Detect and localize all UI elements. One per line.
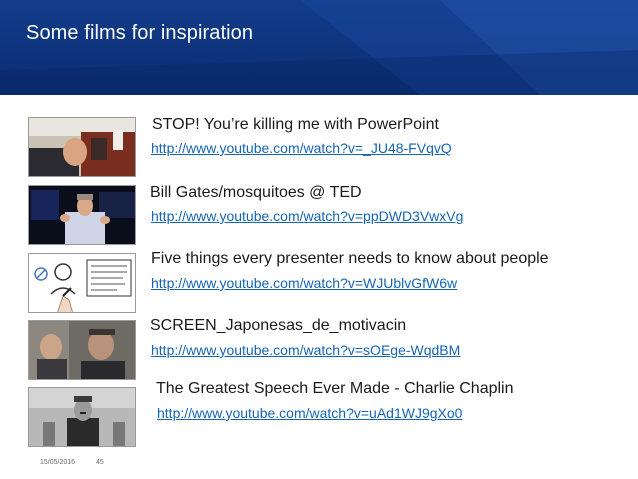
speaker-on-stage-photo (29, 186, 135, 244)
film-title-1: STOP! You’re killing me with PowerPoint (152, 116, 439, 133)
thumbnail-film-5[interactable] (28, 387, 136, 447)
slide-title: Some films for inspiration (26, 22, 254, 44)
film-link-1[interactable]: http://www.youtube.com/watch?v=_JU48-FVq… (151, 140, 452, 156)
film-link-3[interactable]: http://www.youtube.com/watch?v=WJUblvGfW… (151, 275, 457, 291)
movie-scene-two-men-photo (29, 321, 135, 379)
film-title-3: Five things every presenter needs to kno… (151, 250, 549, 267)
thumbnail-film-3[interactable] (28, 253, 136, 313)
film-title-2: Bill Gates/mosquitoes @ TED (150, 184, 362, 201)
film-title-4: SCREEN_Japonesas_de_motivacin (150, 317, 407, 334)
footer-page-number: 45 (96, 459, 104, 466)
footer-date: 15/05/2016 (40, 459, 76, 466)
thumbnail-film-1[interactable] (28, 117, 136, 177)
black-and-white-film-still (29, 388, 135, 446)
man-sleeping-at-desk-photo (29, 118, 135, 176)
slide-header: Some films for inspiration (0, 0, 638, 95)
film-link-2[interactable]: http://www.youtube.com/watch?v=ppDWD3Vwx… (151, 208, 463, 224)
thumbnail-film-4[interactable] (28, 320, 136, 380)
film-link-5[interactable]: http://www.youtube.com/watch?v=uAd1WJ9gX… (157, 405, 462, 421)
film-link-4[interactable]: http://www.youtube.com/watch?v=sOEge-Wqd… (151, 342, 460, 358)
whiteboard-sketch-drawing (29, 254, 135, 312)
header-decoration (0, 0, 638, 95)
film-title-5: The Greatest Speech Ever Made - Charlie … (156, 380, 514, 397)
thumbnail-film-2[interactable] (28, 185, 136, 245)
